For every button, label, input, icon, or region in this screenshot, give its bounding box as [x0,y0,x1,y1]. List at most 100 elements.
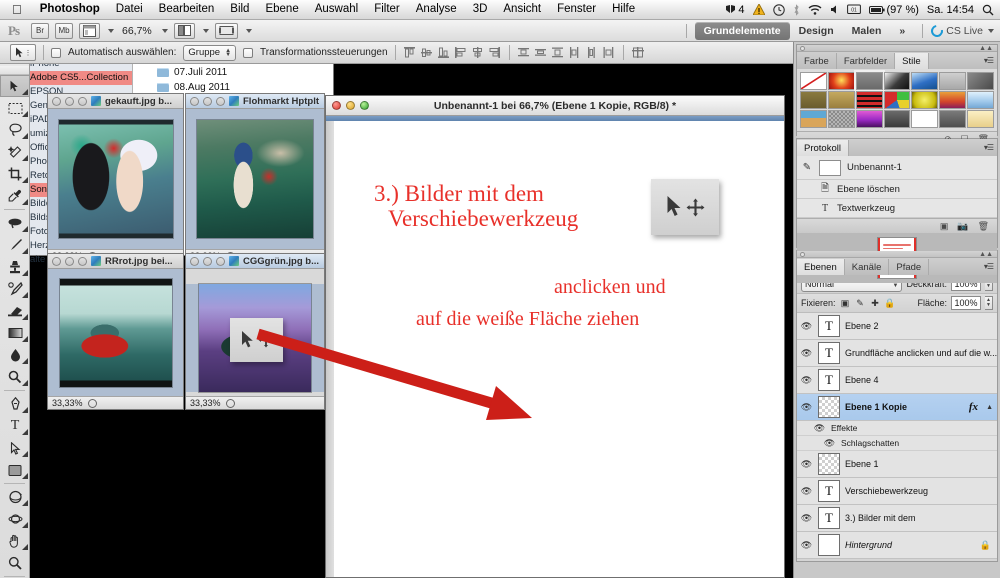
style-swatch-slate[interactable] [939,110,967,128]
align-bottom-edges-icon[interactable] [437,46,451,60]
auto-select-checkbox[interactable] [51,47,61,58]
menu-item-filter[interactable]: Filter [366,0,408,19]
style-swatch-dark-bevel[interactable] [883,72,911,90]
spotlight-search-icon[interactable] [982,4,994,16]
tool-spot-healing-brush-tool[interactable] [0,212,30,234]
close-icon[interactable] [52,256,61,266]
maximize-icon[interactable] [360,101,369,110]
tool-history-brush-tool[interactable] [0,278,30,300]
minimize-icon[interactable] [203,96,212,106]
distribute-vertical-centers-icon[interactable] [534,46,548,60]
zoom-level-value[interactable]: 66,7% [120,25,154,37]
layer-effects-fx-icon[interactable]: fx [969,401,981,413]
lock-image-pixels-icon[interactable]: ✎ [855,298,866,309]
panel-expand-arrows-icon[interactable]: ▲▲ [979,45,993,52]
panel-menu-icon[interactable]: ▾☰ [984,262,994,271]
tool-3d-camera-orbit-tool[interactable] [0,508,30,530]
distribute-bottom-edges-icon[interactable] [551,46,565,60]
layer-visibility-eye-icon[interactable]: 👁 [800,540,813,551]
style-swatch-shadow[interactable] [967,72,994,90]
layer-visibility-eye-icon[interactable]: 👁 [800,486,813,497]
tool-crop-tool[interactable] [0,163,30,185]
zoom-chevron-down-icon[interactable] [161,28,168,33]
apple-menu-icon[interactable]:  [0,2,32,18]
workspace-grundelemente[interactable]: Grundelemente [694,21,790,40]
layer-visibility-eye-icon[interactable]: 👁 [800,402,813,413]
panel-collapse-icon[interactable] [800,46,805,51]
layer-row-ebene-1[interactable]: 👁 Ebene 1 [797,451,997,478]
maximize-icon[interactable] [78,96,87,106]
align-horizontal-centers-icon[interactable] [471,46,485,60]
canvas-text-line-4[interactable]: auf die weiße Fläche ziehen [416,308,639,331]
style-swatch-olive[interactable] [800,91,827,109]
layers-panel-grip[interactable]: ▲▲ [797,251,997,258]
photo-canvas[interactable] [48,109,183,249]
screen-mode-chevron-down-icon[interactable] [245,28,252,33]
maximize-icon[interactable] [216,256,225,266]
history-brush-source-icon[interactable]: ✎ [801,161,813,174]
menu-item-bild[interactable]: Bild [222,0,257,19]
close-icon[interactable] [332,101,341,110]
display-icon[interactable]: 01 [846,4,861,15]
tool-pen-tool[interactable] [0,393,30,415]
layer-effects-group-row[interactable]: 👁 Effekte [797,421,997,436]
dropbox-status-icon[interactable]: 4 [725,4,745,16]
layer-visibility-eye-icon[interactable]: 👁 [800,459,813,470]
new-snapshot-icon[interactable]: 📷 [957,221,968,232]
layer-row-ebene-1-kopie[interactable]: 👁 Ebene 1 Kopie fx ▲ [797,394,997,421]
tool-eyedropper-tool[interactable] [0,185,30,207]
canvas-text-line-3[interactable]: anclicken und [554,276,666,299]
style-swatch-confetti[interactable] [883,91,911,109]
photo-window-titlebar[interactable]: Flohmarkt Hptplt [186,94,324,109]
auto-align-layers-icon[interactable] [631,46,645,60]
menu-item-ebene[interactable]: Ebene [257,0,306,19]
style-swatch-charcoal[interactable] [883,110,911,128]
history-snapshot-row[interactable]: ✎ Unbenannt-1 [797,156,997,180]
distribute-right-edges-icon[interactable] [602,46,616,60]
tool-quick-selection-tool[interactable] [0,141,30,163]
photo-window-rrrot[interactable]: RRrot.jpg bei... 33,33% [47,253,184,410]
move-tool-illustration[interactable] [651,179,719,235]
history-state-row[interactable]: 🗎 Ebene löschen [797,180,997,199]
tab-stile[interactable]: Stile [895,53,929,69]
tab-pfade[interactable]: Pfade [889,259,930,275]
align-vertical-centers-icon[interactable] [420,46,434,60]
workspace-malen[interactable]: Malen [843,22,891,40]
layer-row-verschiebewerkzeug[interactable]: 👁 T Verschiebewerkzeug [797,478,997,505]
photo-canvas[interactable] [48,269,183,396]
show-transform-controls-checkbox[interactable] [243,47,254,58]
lock-all-icon[interactable]: 🔒 [884,298,895,309]
menu-item-hilfe[interactable]: Hilfe [604,0,643,19]
bridge-button[interactable]: Br [31,22,49,39]
tool-dodge-tool[interactable] [0,366,30,388]
tab-kanaele[interactable]: Kanäle [845,259,890,275]
close-icon[interactable] [190,256,199,266]
minimize-icon[interactable] [65,256,74,266]
photo-window-gekauft[interactable]: gekauft.jpg b... 33,33% [47,93,184,263]
photo-window-cgggruen[interactable]: CGGgrün.jpg b... 33,33% [185,253,325,410]
fill-value[interactable]: 100% [951,296,981,310]
style-swatch-cream[interactable] [967,110,994,128]
menu-item-fenster[interactable]: Fenster [549,0,604,19]
screen-mode-icon[interactable] [214,22,238,39]
photo-zoom-value[interactable]: 33,33% [190,398,221,408]
tool-eraser-tool[interactable] [0,300,30,322]
warning-icon[interactable] [752,4,765,15]
tool-hand-tool[interactable] [0,530,30,552]
style-swatch-gray-button[interactable] [853,70,885,92]
photo-canvas[interactable] [186,284,324,392]
tool-clone-stamp-tool[interactable] [0,256,30,278]
tool-3d-object-rotate-tool[interactable] [0,486,30,508]
view-extras-icon[interactable] [79,22,100,39]
style-swatch-sunset[interactable] [939,91,967,109]
canvas-text-line-2[interactable]: Verschiebewerkzeug [388,206,578,232]
close-icon[interactable] [52,96,61,106]
align-right-edges-icon[interactable] [488,46,502,60]
minimize-icon[interactable] [65,96,74,106]
finder-sidebar-item[interactable]: Adobe CS5...Collection [25,71,132,85]
document-window[interactable]: Unbenannt-1 bei 66,7% (Ebene 1 Kopie, RG… [325,95,785,578]
fill-stepper[interactable]: ▲ ▼ [985,296,993,310]
panel-expand-arrows-icon[interactable]: ▲▲ [979,251,993,258]
document-canvas[interactable]: 3.) Bilder mit dem Verschiebewerkzeug an… [326,121,784,577]
layer-row-hintergrund[interactable]: 👁 Hintergrund 🔒 [797,532,997,559]
